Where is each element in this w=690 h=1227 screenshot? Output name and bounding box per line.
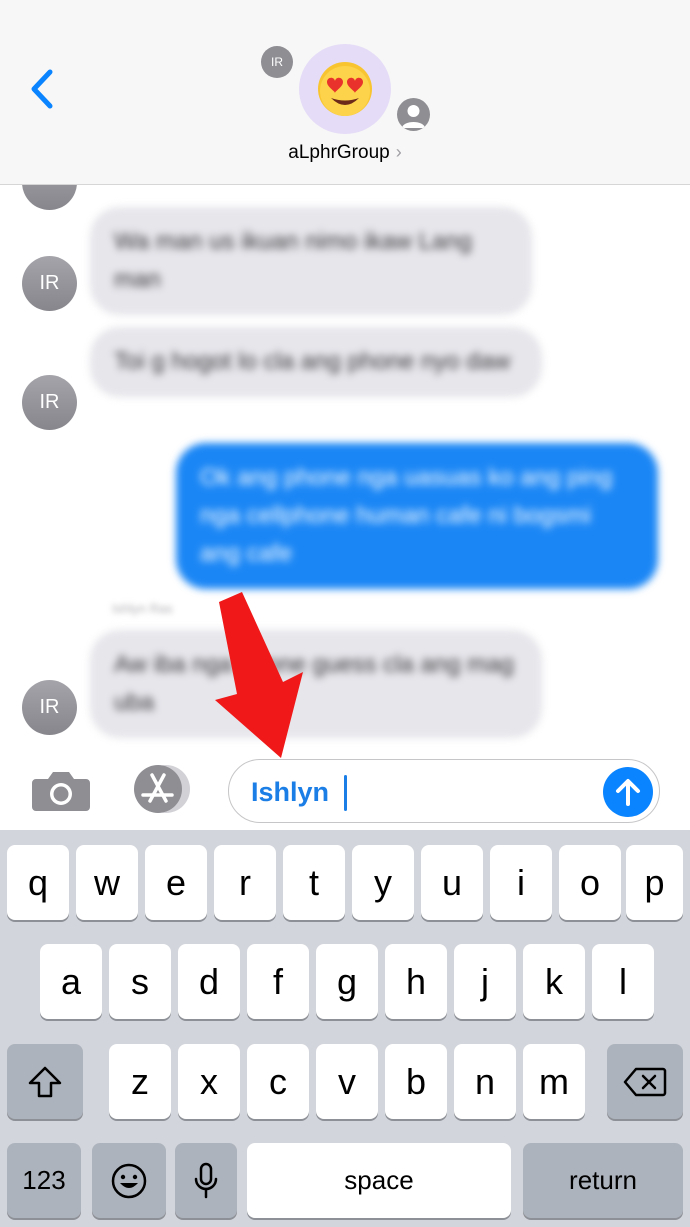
message-input[interactable]: Ishlyn	[228, 759, 660, 823]
key-d[interactable]: d	[178, 944, 240, 1019]
space-key[interactable]: space	[247, 1143, 511, 1218]
message-timestamp: Ishlyn Ras	[112, 601, 173, 616]
text-caret	[344, 775, 347, 811]
sender-avatar	[22, 185, 77, 210]
back-button[interactable]	[26, 64, 62, 114]
emoji-key[interactable]	[92, 1143, 166, 1218]
app-store-button[interactable]	[128, 765, 194, 813]
group-avatar[interactable]	[299, 44, 391, 134]
message-bubble-incoming[interactable]: Toi g hogot lo cla ang phone nyo daw	[90, 327, 542, 397]
delete-key[interactable]	[607, 1044, 683, 1119]
key-f[interactable]: f	[247, 944, 309, 1019]
microphone-icon	[194, 1162, 218, 1198]
message-bubble-outgoing[interactable]: Ok ang phone nga uasuas ko ang ping nga …	[176, 443, 658, 589]
key-u[interactable]: u	[421, 845, 483, 920]
sender-avatar: IR	[22, 256, 77, 311]
key-g[interactable]: g	[316, 944, 378, 1019]
key-j[interactable]: j	[454, 944, 516, 1019]
member-avatar-ir: IR	[261, 46, 293, 78]
message-thread[interactable]: Wa man us ikuan nimo ikaw Lang man IR To…	[0, 185, 690, 755]
key-o[interactable]: o	[559, 845, 621, 920]
member-initials: IR	[271, 55, 283, 69]
shift-key[interactable]	[7, 1044, 83, 1119]
message-bubble-incoming[interactable]: Aw iba nga phone guess cla ang mag uba	[90, 630, 542, 738]
key-n[interactable]: n	[454, 1044, 516, 1119]
camera-icon	[32, 772, 90, 811]
message-bubble-incoming[interactable]: Wa man us ikuan nimo ikaw Lang man	[90, 207, 532, 315]
send-button[interactable]	[603, 767, 653, 817]
key-m[interactable]: m	[523, 1044, 585, 1119]
key-y[interactable]: y	[352, 845, 414, 920]
key-q[interactable]: q	[7, 845, 69, 920]
person-silhouette-icon	[402, 105, 425, 128]
key-z[interactable]: z	[109, 1044, 171, 1119]
key-p[interactable]: p	[626, 845, 683, 920]
return-key[interactable]: return	[523, 1143, 683, 1218]
chevron-right-icon: ›	[395, 142, 402, 162]
app-store-icon	[134, 765, 190, 813]
key-l[interactable]: l	[592, 944, 654, 1019]
sender-avatar: IR	[22, 375, 77, 430]
arrow-up-icon	[616, 779, 640, 806]
key-k[interactable]: k	[523, 944, 585, 1019]
backspace-icon	[623, 1067, 667, 1096]
smiley-icon	[111, 1163, 147, 1198]
chevron-left-icon	[31, 69, 53, 109]
keyboard: q w e r t y u i o p a s d f g h j k l z …	[0, 830, 690, 1227]
camera-button[interactable]	[30, 765, 92, 815]
dictation-key[interactable]	[175, 1143, 237, 1218]
member-avatar-person	[397, 98, 430, 131]
annotation-arrow-icon	[215, 592, 303, 758]
shift-icon	[28, 1066, 62, 1097]
message-composer: Ishlyn	[0, 755, 690, 830]
key-h[interactable]: h	[385, 944, 447, 1019]
key-c[interactable]: c	[247, 1044, 309, 1119]
key-b[interactable]: b	[385, 1044, 447, 1119]
key-t[interactable]: t	[283, 845, 345, 920]
sender-initials: IR	[39, 272, 60, 294]
message-input-text: Ishlyn	[251, 777, 330, 807]
heart-eyes-emoji-icon	[318, 62, 372, 116]
key-e[interactable]: e	[145, 845, 207, 920]
numbers-key[interactable]: 123	[7, 1143, 81, 1218]
sender-initials: IR	[39, 696, 60, 718]
key-x[interactable]: x	[178, 1044, 240, 1119]
conversation-header: IR aLphrGroup ›	[0, 0, 690, 185]
key-s[interactable]: s	[109, 944, 171, 1019]
key-w[interactable]: w	[76, 845, 138, 920]
group-name: aLphrGroup	[288, 142, 390, 163]
key-v[interactable]: v	[316, 1044, 378, 1119]
group-name-button[interactable]: aLphrGroup ›	[0, 142, 690, 164]
key-i[interactable]: i	[490, 845, 552, 920]
sender-initials: IR	[39, 391, 60, 413]
sender-avatar: IR	[22, 680, 77, 735]
key-r[interactable]: r	[214, 845, 276, 920]
key-a[interactable]: a	[40, 944, 102, 1019]
